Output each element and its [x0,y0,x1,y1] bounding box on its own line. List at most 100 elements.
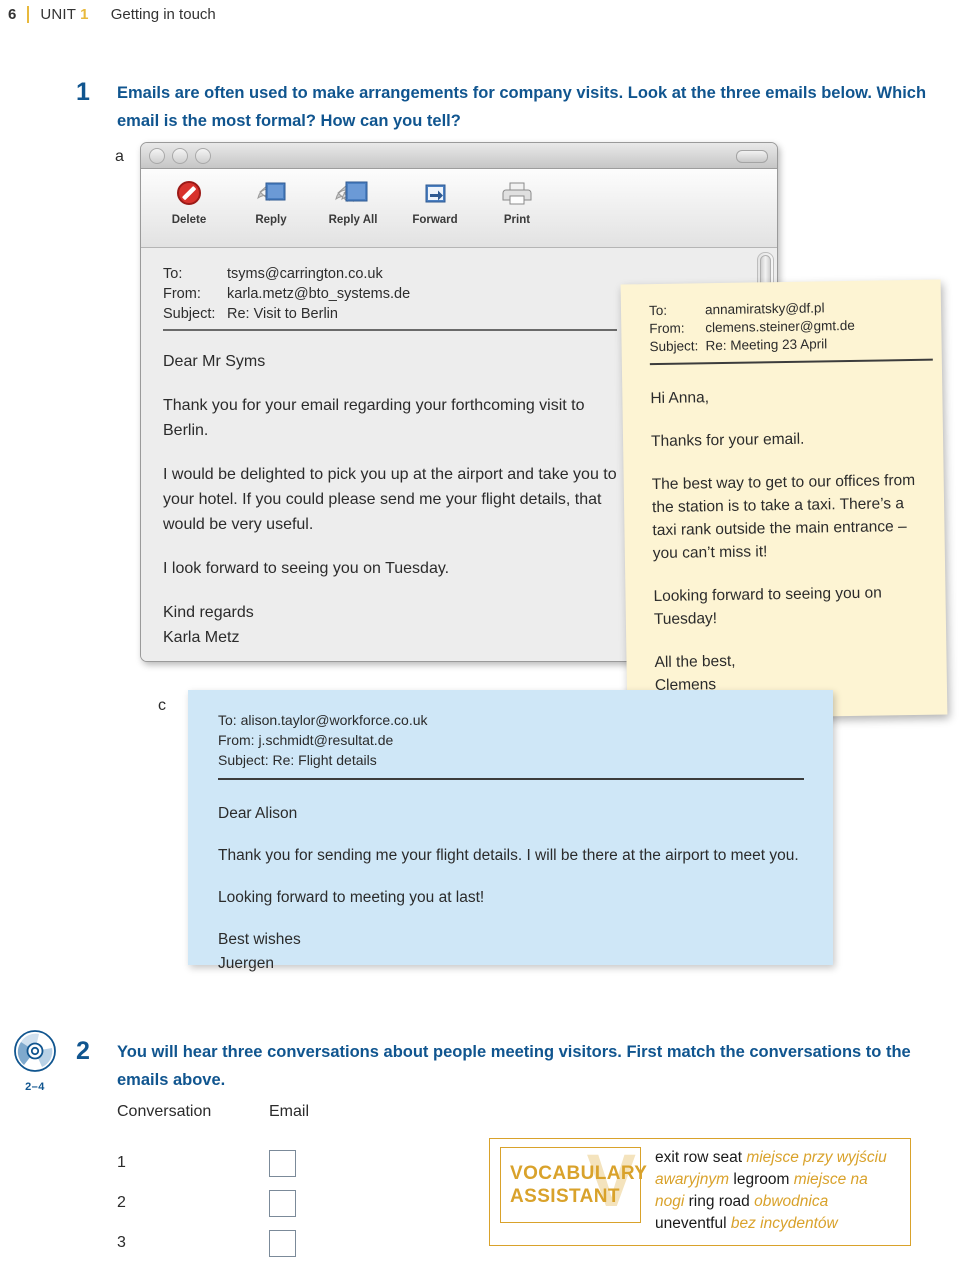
vocab-translation-3: obwodnica [754,1193,829,1210]
subject-value: Re: Visit to Berlin [227,306,338,322]
vocabulary-title-line-2: ASSISTANT [510,1186,620,1207]
vocab-term-3: ring road [688,1193,750,1210]
email-a-paragraph-2: I would be delighted to pick you up at t… [163,466,617,533]
email-a-header-rule [163,329,617,331]
conversation-number: 3 [117,1234,126,1251]
unit-word: UNIT [40,6,77,23]
zoom-button[interactable] [195,148,211,164]
table-row: 3 [117,1223,309,1263]
email-b-paragraph-2: The best way to get to our offices from … [651,471,916,563]
print-button[interactable]: Print [483,175,551,226]
email-c-headers: To: alison.taylor@workforce.co.uk From: … [218,710,833,770]
table-row: 2 [117,1183,309,1223]
email-b-paragraph-1: Thanks for your email. [650,430,805,451]
subject-label: Subject: [649,338,699,355]
email-c-subject: Subject: Re: Flight details [218,752,377,768]
matching-table-header: Conversation Email [117,1103,309,1121]
vocab-term-2: legroom [733,1171,790,1188]
running-head: 6 UNIT 1 Getting in touch [8,6,216,23]
email-b-body: Hi Anna, Thanks for your email. The best… [650,383,929,697]
email-b-headers: To: annamiratsky@df.pl From: clemens.ste… [649,298,924,356]
unit-number: 1 [80,6,89,23]
email-a-paragraph-3: I look forward to seeing you on Tuesday. [163,560,450,577]
vocab-term-4: uneventful [655,1215,727,1232]
reply-button[interactable]: Reply [237,175,305,226]
unit-label: UNIT 1 [40,6,88,23]
delete-prohibited-icon [174,175,204,211]
forward-button[interactable]: Forward [401,175,469,226]
email-b-header-rule [649,358,933,366]
vocabulary-assistant-badge: V VOCABULARY ASSISTANT [500,1144,648,1223]
toolbar-toggle-button[interactable] [736,150,768,163]
vocabulary-title-line-1: VOCABULARY [510,1163,648,1184]
audio-track-marker: 2–4 [12,1028,58,1093]
email-c-header-rule [218,778,804,780]
page-number: 6 [8,6,17,23]
reply-all-button[interactable]: Reply All [319,175,387,226]
from-label: From: [649,320,685,337]
email-c-paragraph-1: Thank you for sending me your flight det… [218,846,799,864]
email-b-greeting: Hi Anna, [650,389,710,408]
table-row: 1 [117,1143,309,1183]
delete-button[interactable]: Delete [155,175,223,226]
email-c-sender-name: Juergen [218,954,275,972]
email-c-to: To: alison.taylor@workforce.co.uk [218,712,428,728]
to-label: To: [648,302,668,319]
conversation-number: 1 [117,1154,126,1171]
answer-box-3[interactable] [269,1229,296,1257]
to-label: To: [163,266,183,282]
vocabulary-entries: exit row seat miejsce przy wyjściu awary… [641,1147,900,1237]
email-c-greeting: Dear Alison [218,804,298,822]
exercise-2-number: 2 [76,1037,90,1065]
email-label-a: a [115,148,124,165]
column-header-conversation: Conversation [117,1103,212,1120]
from-label: From: [163,286,201,302]
email-c-paragraph-2: Looking forward to meeting you at last! [218,888,485,906]
minimize-button[interactable] [172,148,188,164]
subject-value: Re: Meeting 23 April [705,336,828,354]
to-value: annamiratsky@df.pl [704,300,825,318]
audio-track-range: 2–4 [25,1081,45,1093]
email-label-c: c [158,697,166,714]
runhead-divider [27,6,30,23]
email-c-closing: Best wishes [218,930,301,948]
email-c-from: From: j.schmidt@resultat.de [218,732,394,748]
email-b-note: To: annamiratsky@df.pl From: clemens.ste… [620,279,948,720]
from-value: karla.metz@bto_systems.de [227,286,411,302]
vocabulary-assistant-box: V VOCABULARY ASSISTANT exit row seat mie… [489,1138,911,1246]
matching-table: Conversation Email 1 2 3 [117,1103,309,1263]
email-b-subject-row: Subject: Re: Meeting 23 April [649,334,923,356]
email-a-paragraph-1: Thank you for your email regarding your … [163,397,585,439]
from-value: clemens.steiner@gmt.de [705,317,855,336]
vocab-term-1: exit row seat [655,1149,743,1166]
email-a-sender-name: Karla Metz [163,629,240,646]
exercise-1-number: 1 [76,78,90,106]
forward-button-label: Forward [412,214,458,226]
exercise-1-instruction: Emails are often used to make arrangemen… [117,84,927,130]
window-titlebar [141,143,777,169]
chapter-title: Getting in touch [110,6,216,23]
close-button[interactable] [149,148,165,164]
to-value: tsyms@carrington.co.uk [227,266,383,282]
mail-toolbar: Delete Reply Reply All Forward Print [141,169,777,248]
email-c-body: Dear Alison Thank you for sending me you… [218,802,818,976]
delete-button-label: Delete [171,214,207,226]
subject-label: Subject: [163,306,216,322]
answer-box-1[interactable] [269,1149,296,1177]
reply-arrow-icon [254,175,288,211]
email-a-body: Dear Mr Syms Thank you for your email re… [163,349,633,650]
email-b-paragraph-3: Looking forward to seeing you on Tuesday… [653,584,882,629]
reply-all-button-label: Reply All [328,214,378,226]
print-button-label: Print [503,214,531,226]
column-header-email: Email [269,1103,310,1120]
answer-box-2[interactable] [269,1189,296,1217]
email-c-block: To: alison.taylor@workforce.co.uk From: … [188,690,833,972]
exercise-2-instruction: You will hear three conversations about … [117,1043,911,1089]
email-a-closing: Kind regards [163,604,254,621]
email-a-to-row: To: tsyms@carrington.co.uk [163,264,777,284]
printer-icon [501,175,533,211]
reply-button-label: Reply [255,214,287,226]
vocab-translation-4: bez incydentów [730,1215,838,1232]
window-controls[interactable] [149,148,211,164]
email-a-greeting: Dear Mr Syms [163,353,266,370]
